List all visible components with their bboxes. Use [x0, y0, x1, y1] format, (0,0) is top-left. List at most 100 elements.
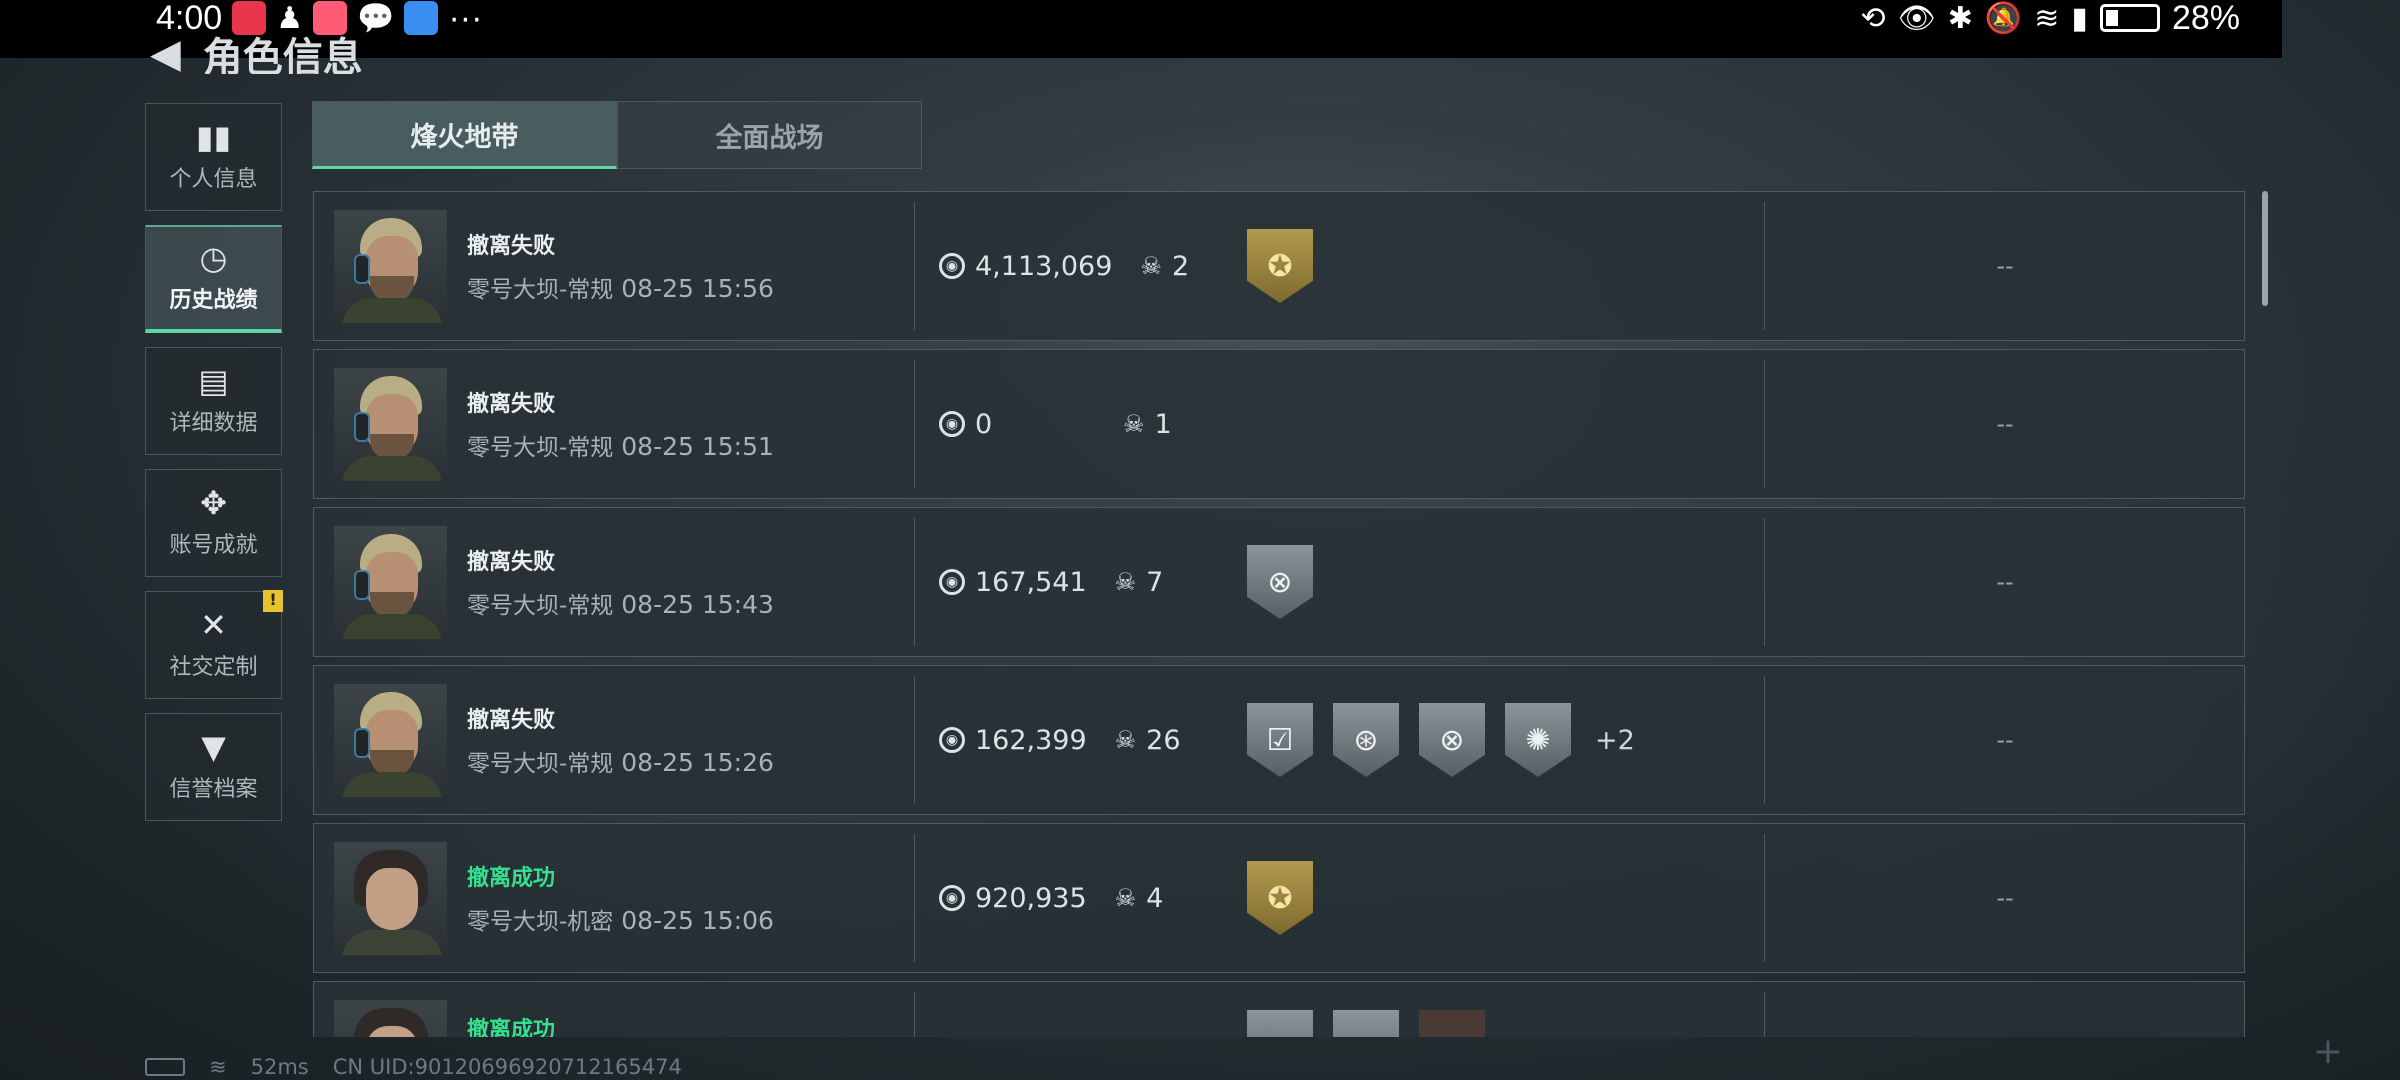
coin-icon: ◉ — [939, 411, 965, 437]
folder-icon: ▤ — [198, 362, 229, 400]
bar-chart-icon: ▮▮ — [195, 118, 232, 156]
match-time: 08-25 15:51 — [621, 432, 774, 461]
match-record-row[interactable]: 撤离失败 零号大坝-常规 08-25 15:51 ◉ 0 ☠ 1 -- — [313, 349, 2245, 499]
placeholder-value: -- — [1996, 884, 2014, 912]
medal-icon[interactable]: ⊛ — [1333, 703, 1399, 777]
operator-avatar — [334, 367, 447, 481]
nav-item-social-customize[interactable]: ✕ 社交定制 ! — [145, 590, 283, 699]
extraction-status: 撤离失败 — [467, 392, 556, 417]
match-record-row[interactable]: 撤离失败 零号大坝-常规 08-25 15:26 ◉ 162,399 ☠ 26 … — [313, 665, 2245, 815]
nav-item-label: 历史战绩 — [169, 288, 258, 313]
extraction-status: 撤离失败 — [467, 550, 556, 575]
kill-count: 4 — [1146, 882, 1164, 914]
nav-item-detailed-data[interactable]: ▤ 详细数据 — [145, 347, 282, 455]
medal-icon[interactable]: ⊗ — [1419, 703, 1485, 777]
match-record-row[interactable]: 撤离成功 — [313, 981, 2245, 1037]
match-record-list[interactable]: 撤离失败 零号大坝-常规 08-25 15:56 ◉ 4,113,069 ☠ 2… — [313, 191, 2245, 1037]
loot-value: 162,399 — [975, 724, 1087, 756]
match-record-row[interactable]: 撤离失败 零号大坝-常规 08-25 15:56 ◉ 4,113,069 ☠ 2… — [313, 191, 2245, 341]
app-notification-icon — [313, 1, 348, 35]
bluetooth-icon: ✱ — [1947, 1, 1973, 35]
map-name: 零号大坝-常规 — [467, 751, 614, 777]
placeholder-value: -- — [1996, 410, 2014, 438]
skull-icon: ☠ — [1140, 252, 1162, 280]
tab-hazard-zone[interactable]: 烽火地带 — [312, 101, 617, 169]
achievement-icon: ✥ — [200, 484, 227, 522]
medal-icon[interactable] — [1247, 1010, 1313, 1037]
medal-icon[interactable]: ⊗ — [1247, 545, 1313, 619]
wifi-icon: ≋ — [209, 1055, 227, 1079]
message-icon: 💬 — [357, 1, 395, 35]
map-name: 零号大坝-常规 — [467, 435, 614, 461]
nav-item-label: 详细数据 — [169, 411, 258, 436]
loot-value: 0 — [975, 408, 993, 440]
coin-icon: ◉ — [939, 885, 965, 911]
clock-icon: ◷ — [199, 239, 228, 277]
more-medals-count: +2 — [1595, 724, 1635, 756]
coin-icon: ◉ — [939, 253, 965, 279]
match-time: 08-25 15:06 — [621, 906, 774, 935]
placeholder-value: -- — [1996, 568, 2014, 596]
tools-icon: ✕ — [200, 606, 227, 644]
coin-icon: ◉ — [939, 727, 965, 753]
match-record-row[interactable]: 撤离失败 零号大坝-常规 08-25 15:43 ◉ 167,541 ☠ 7 ⊗… — [313, 507, 2245, 657]
map-name: 零号大坝-常规 — [467, 593, 614, 619]
operator-avatar — [334, 1000, 447, 1037]
ping-value: 52ms — [250, 1055, 309, 1079]
match-time: 08-25 15:26 — [621, 748, 774, 777]
nav-item-personal-info[interactable]: ▮▮ 个人信息 — [145, 103, 282, 211]
skull-icon: ☠ — [1114, 568, 1137, 596]
nav-item-match-history[interactable]: ◷ 历史战绩 — [145, 225, 282, 333]
list-scrollbar[interactable] — [2262, 191, 2268, 306]
app-notification-icon — [232, 1, 267, 35]
mute-icon: 🔕 — [1984, 1, 2023, 35]
back-arrow-icon[interactable]: ◀ — [150, 34, 181, 74]
mode-tabs: 烽火地带 全面战场 — [312, 101, 922, 169]
device-battery-icon — [145, 1058, 185, 1076]
nav-item-label: 社交定制 — [169, 655, 258, 680]
match-record-row[interactable]: 撤离成功 零号大坝-机密 08-25 15:06 ◉ 920,935 ☠ 4 ✪… — [313, 823, 2245, 973]
operator-avatar — [334, 209, 447, 323]
extraction-status: 撤离成功 — [467, 866, 556, 891]
nav-item-reputation[interactable]: ▼ 信誉档案 — [145, 713, 282, 821]
alert-badge: ! — [263, 590, 283, 612]
kill-count: 1 — [1154, 408, 1172, 440]
nav-item-label: 信誉档案 — [169, 777, 258, 802]
medal-icon[interactable] — [1419, 1010, 1485, 1037]
nav-item-label: 个人信息 — [169, 167, 258, 192]
battery-percent: 28% — [2171, 0, 2240, 37]
divider — [914, 202, 915, 330]
medal-icon[interactable]: ✪ — [1247, 229, 1313, 303]
side-nav: ▮▮ 个人信息 ◷ 历史战绩 ▤ 详细数据 ✥ 账号成就 ✕ 社交定制 ! ▼ … — [145, 103, 283, 835]
extraction-status: 撤离失败 — [467, 234, 556, 259]
skull-icon: ☠ — [1114, 726, 1137, 754]
extraction-status: 撤离失败 — [467, 708, 556, 733]
loot-value: 4,113,069 — [975, 250, 1113, 282]
medal-icon[interactable]: ✺ — [1505, 703, 1571, 777]
nav-item-label: 账号成就 — [169, 533, 258, 558]
wifi-icon: ≋ — [2034, 1, 2060, 35]
map-name: 零号大坝-机密 — [467, 909, 614, 935]
battery-icon — [2099, 4, 2160, 32]
kill-count: 7 — [1146, 566, 1164, 598]
signal-icon: ▮ — [2071, 1, 2088, 35]
tab-full-battlefield[interactable]: 全面战场 — [617, 101, 922, 169]
kill-count: 26 — [1146, 724, 1181, 756]
clock-text: 4:00 — [156, 0, 223, 37]
footer-info: ≋ 52ms CN UID:9012069692071216547​4 — [145, 1055, 682, 1079]
divider — [914, 676, 915, 804]
skull-icon: ☠ — [1114, 884, 1137, 912]
operator-avatar — [334, 841, 447, 955]
placeholder-value: -- — [1996, 252, 2014, 280]
medal-icon[interactable]: ☑ — [1247, 703, 1313, 777]
divider — [914, 360, 915, 488]
nav-item-achievements[interactable]: ✥ 账号成就 — [145, 469, 282, 577]
divider — [914, 518, 915, 646]
qq-icon: ♟ — [276, 1, 304, 35]
placeholder-value: -- — [1996, 726, 2014, 754]
extraction-status: 撤离成功 — [467, 1018, 556, 1037]
operator-avatar — [334, 525, 447, 639]
divider — [914, 834, 915, 962]
medal-icon[interactable] — [1333, 1010, 1399, 1037]
medal-icon[interactable]: ✪ — [1247, 861, 1313, 935]
